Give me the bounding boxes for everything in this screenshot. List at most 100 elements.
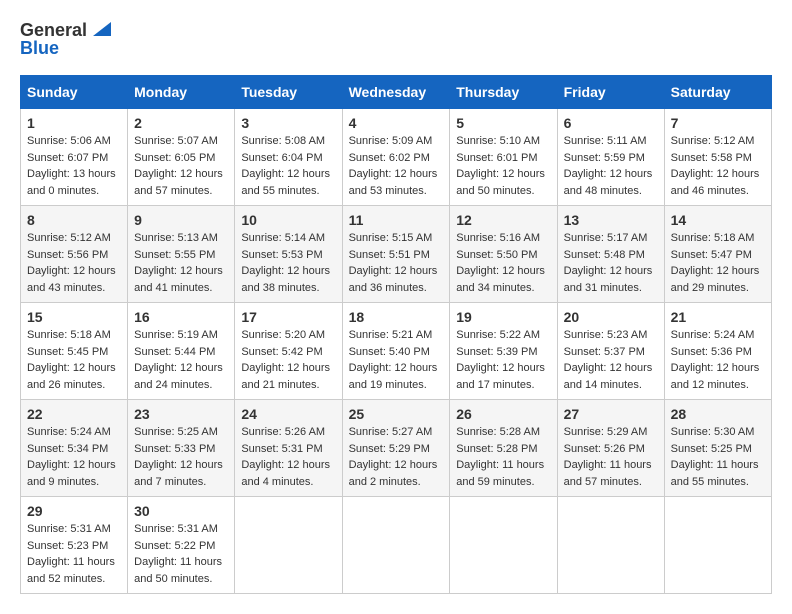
day-number: 18 (349, 309, 444, 325)
day-info: Sunrise: 5:19 AMSunset: 5:44 PMDaylight:… (134, 329, 223, 391)
day-number: 6 (564, 115, 658, 131)
day-number: 3 (241, 115, 335, 131)
day-info: Sunrise: 5:12 AMSunset: 5:58 PMDaylight:… (671, 135, 760, 197)
calendar-cell: 17 Sunrise: 5:20 AMSunset: 5:42 PMDaylig… (235, 303, 342, 400)
day-number: 2 (134, 115, 228, 131)
weekday-header-friday: Friday (557, 76, 664, 109)
day-info: Sunrise: 5:13 AMSunset: 5:55 PMDaylight:… (134, 232, 223, 294)
day-info: Sunrise: 5:18 AMSunset: 5:45 PMDaylight:… (27, 329, 116, 391)
day-number: 16 (134, 309, 228, 325)
day-number: 8 (27, 212, 121, 228)
calendar-cell: 1 Sunrise: 5:06 AMSunset: 6:07 PMDayligh… (21, 109, 128, 206)
calendar-week-4: 22 Sunrise: 5:24 AMSunset: 5:34 PMDaylig… (21, 400, 772, 497)
calendar-cell: 25 Sunrise: 5:27 AMSunset: 5:29 PMDaylig… (342, 400, 450, 497)
calendar-cell: 14 Sunrise: 5:18 AMSunset: 5:47 PMDaylig… (664, 206, 771, 303)
day-info: Sunrise: 5:28 AMSunset: 5:28 PMDaylight:… (456, 426, 544, 488)
calendar-cell: 27 Sunrise: 5:29 AMSunset: 5:26 PMDaylig… (557, 400, 664, 497)
calendar-cell: 13 Sunrise: 5:17 AMSunset: 5:48 PMDaylig… (557, 206, 664, 303)
day-info: Sunrise: 5:30 AMSunset: 5:25 PMDaylight:… (671, 426, 759, 488)
day-number: 9 (134, 212, 228, 228)
day-number: 25 (349, 406, 444, 422)
day-info: Sunrise: 5:29 AMSunset: 5:26 PMDaylight:… (564, 426, 652, 488)
day-info: Sunrise: 5:23 AMSunset: 5:37 PMDaylight:… (564, 329, 653, 391)
day-number: 28 (671, 406, 765, 422)
calendar-week-2: 8 Sunrise: 5:12 AMSunset: 5:56 PMDayligh… (21, 206, 772, 303)
weekday-header-sunday: Sunday (21, 76, 128, 109)
calendar-week-3: 15 Sunrise: 5:18 AMSunset: 5:45 PMDaylig… (21, 303, 772, 400)
calendar-cell: 28 Sunrise: 5:30 AMSunset: 5:25 PMDaylig… (664, 400, 771, 497)
day-number: 30 (134, 503, 228, 519)
day-info: Sunrise: 5:11 AMSunset: 5:59 PMDaylight:… (564, 135, 653, 197)
day-number: 10 (241, 212, 335, 228)
day-info: Sunrise: 5:26 AMSunset: 5:31 PMDaylight:… (241, 426, 330, 488)
weekday-header-monday: Monday (128, 76, 235, 109)
calendar-cell: 19 Sunrise: 5:22 AMSunset: 5:39 PMDaylig… (450, 303, 557, 400)
calendar-cell: 21 Sunrise: 5:24 AMSunset: 5:36 PMDaylig… (664, 303, 771, 400)
day-info: Sunrise: 5:14 AMSunset: 5:53 PMDaylight:… (241, 232, 330, 294)
day-number: 29 (27, 503, 121, 519)
calendar-cell: 4 Sunrise: 5:09 AMSunset: 6:02 PMDayligh… (342, 109, 450, 206)
calendar-cell: 16 Sunrise: 5:19 AMSunset: 5:44 PMDaylig… (128, 303, 235, 400)
day-number: 26 (456, 406, 550, 422)
day-number: 21 (671, 309, 765, 325)
day-info: Sunrise: 5:09 AMSunset: 6:02 PMDaylight:… (349, 135, 438, 197)
calendar-cell: 26 Sunrise: 5:28 AMSunset: 5:28 PMDaylig… (450, 400, 557, 497)
calendar-cell: 11 Sunrise: 5:15 AMSunset: 5:51 PMDaylig… (342, 206, 450, 303)
calendar-cell (557, 497, 664, 594)
weekday-header-tuesday: Tuesday (235, 76, 342, 109)
day-number: 5 (456, 115, 550, 131)
calendar-cell: 18 Sunrise: 5:21 AMSunset: 5:40 PMDaylig… (342, 303, 450, 400)
calendar-cell: 9 Sunrise: 5:13 AMSunset: 5:55 PMDayligh… (128, 206, 235, 303)
day-info: Sunrise: 5:21 AMSunset: 5:40 PMDaylight:… (349, 329, 438, 391)
weekday-header-saturday: Saturday (664, 76, 771, 109)
calendar-cell: 8 Sunrise: 5:12 AMSunset: 5:56 PMDayligh… (21, 206, 128, 303)
calendar-cell: 3 Sunrise: 5:08 AMSunset: 6:04 PMDayligh… (235, 109, 342, 206)
day-number: 17 (241, 309, 335, 325)
day-info: Sunrise: 5:16 AMSunset: 5:50 PMDaylight:… (456, 232, 545, 294)
day-info: Sunrise: 5:31 AMSunset: 5:22 PMDaylight:… (134, 523, 222, 585)
calendar-cell (342, 497, 450, 594)
day-info: Sunrise: 5:20 AMSunset: 5:42 PMDaylight:… (241, 329, 330, 391)
calendar-cell: 30 Sunrise: 5:31 AMSunset: 5:22 PMDaylig… (128, 497, 235, 594)
day-info: Sunrise: 5:12 AMSunset: 5:56 PMDaylight:… (27, 232, 116, 294)
calendar-cell: 12 Sunrise: 5:16 AMSunset: 5:50 PMDaylig… (450, 206, 557, 303)
day-info: Sunrise: 5:24 AMSunset: 5:36 PMDaylight:… (671, 329, 760, 391)
day-info: Sunrise: 5:22 AMSunset: 5:39 PMDaylight:… (456, 329, 545, 391)
logo-blue: Blue (20, 38, 59, 60)
day-number: 13 (564, 212, 658, 228)
day-info: Sunrise: 5:10 AMSunset: 6:01 PMDaylight:… (456, 135, 545, 197)
day-number: 23 (134, 406, 228, 422)
calendar-cell: 5 Sunrise: 5:10 AMSunset: 6:01 PMDayligh… (450, 109, 557, 206)
day-info: Sunrise: 5:08 AMSunset: 6:04 PMDaylight:… (241, 135, 330, 197)
day-info: Sunrise: 5:18 AMSunset: 5:47 PMDaylight:… (671, 232, 760, 294)
day-number: 4 (349, 115, 444, 131)
calendar-cell: 2 Sunrise: 5:07 AMSunset: 6:05 PMDayligh… (128, 109, 235, 206)
calendar-cell (664, 497, 771, 594)
calendar-cell: 10 Sunrise: 5:14 AMSunset: 5:53 PMDaylig… (235, 206, 342, 303)
logo-arrow-icon (89, 18, 111, 40)
calendar-cell: 7 Sunrise: 5:12 AMSunset: 5:58 PMDayligh… (664, 109, 771, 206)
logo: General Blue (20, 20, 111, 59)
page-header: General Blue (20, 20, 772, 59)
calendar-cell: 15 Sunrise: 5:18 AMSunset: 5:45 PMDaylig… (21, 303, 128, 400)
day-info: Sunrise: 5:25 AMSunset: 5:33 PMDaylight:… (134, 426, 223, 488)
calendar-cell: 23 Sunrise: 5:25 AMSunset: 5:33 PMDaylig… (128, 400, 235, 497)
calendar-table: SundayMondayTuesdayWednesdayThursdayFrid… (20, 75, 772, 594)
calendar-cell: 20 Sunrise: 5:23 AMSunset: 5:37 PMDaylig… (557, 303, 664, 400)
calendar-body: 1 Sunrise: 5:06 AMSunset: 6:07 PMDayligh… (21, 109, 772, 594)
day-number: 1 (27, 115, 121, 131)
day-info: Sunrise: 5:27 AMSunset: 5:29 PMDaylight:… (349, 426, 438, 488)
logo-svg: General Blue (20, 20, 111, 59)
weekday-header-row: SundayMondayTuesdayWednesdayThursdayFrid… (21, 76, 772, 109)
day-number: 27 (564, 406, 658, 422)
calendar-cell: 22 Sunrise: 5:24 AMSunset: 5:34 PMDaylig… (21, 400, 128, 497)
day-number: 7 (671, 115, 765, 131)
calendar-cell (235, 497, 342, 594)
day-number: 24 (241, 406, 335, 422)
day-info: Sunrise: 5:17 AMSunset: 5:48 PMDaylight:… (564, 232, 653, 294)
day-number: 11 (349, 212, 444, 228)
calendar-cell: 6 Sunrise: 5:11 AMSunset: 5:59 PMDayligh… (557, 109, 664, 206)
day-info: Sunrise: 5:24 AMSunset: 5:34 PMDaylight:… (27, 426, 116, 488)
day-info: Sunrise: 5:15 AMSunset: 5:51 PMDaylight:… (349, 232, 438, 294)
calendar-cell: 29 Sunrise: 5:31 AMSunset: 5:23 PMDaylig… (21, 497, 128, 594)
